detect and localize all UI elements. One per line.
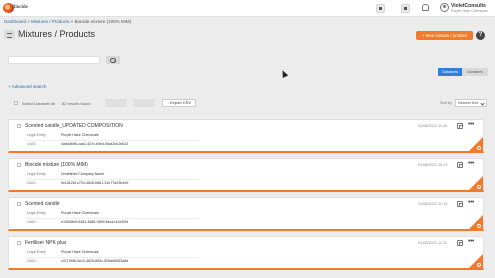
sort-select[interactable]: Newest first — [455, 99, 487, 107]
card-checkbox[interactable] — [17, 202, 21, 206]
divider — [27, 257, 199, 258]
help-icon[interactable]: ? — [476, 31, 485, 40]
card-date: 01/08/2021 11:12 — [418, 241, 448, 245]
card-title[interactable]: Scented candle — [25, 201, 59, 207]
status-icon — [477, 263, 481, 267]
breadcrumb: Dashboard » Mixtures / Products » Biocid… — [4, 19, 131, 24]
more-options-icon[interactable]: ••• — [468, 160, 474, 167]
legal-entity-label: Legal Entity — [27, 211, 46, 215]
status-icon — [477, 146, 481, 150]
uuid-value: c37199f8-0ec3-4625-859c-505a9d053a8d — [61, 259, 129, 263]
card-checkbox[interactable] — [17, 241, 21, 245]
card-title[interactable]: Biocide mixture (100% MIM) — [25, 162, 88, 168]
legal-entity-value: Purple Haze Chemicals — [61, 211, 99, 215]
advanced-search-link[interactable]: + Advanced search — [8, 84, 46, 89]
card-title[interactable]: Fertiliser NPK plus — [25, 240, 66, 246]
select-all-checkbox[interactable] — [14, 101, 18, 105]
card-checkbox[interactable] — [17, 124, 21, 128]
legal-entity-value: Purple Haze Chemicals — [61, 133, 99, 137]
dataset-card[interactable]: Fertiliser NPK plus 01/08/2021 11:12 •••… — [8, 236, 484, 270]
bell-icon[interactable] — [422, 4, 429, 11]
card-date: 01/08/2021 11:13 — [418, 202, 448, 206]
legal-entity-value: Purple Haze Chemicals — [61, 250, 99, 254]
card-date: 01/08/2021 10:12 — [418, 163, 448, 167]
download-icon: ↓ — [166, 100, 169, 105]
legal-entity-label: Legal Entity — [27, 133, 46, 137]
uuid-value: e15508e9-0483-4686-9989-8bc1c42d2f94 — [61, 220, 129, 224]
user-organization: Purple Haze Chemicals — [451, 9, 488, 13]
open-external-icon[interactable] — [457, 162, 463, 168]
uuid-value: 4ada4b5b-caa1-407c-b9e4-f5da39c2b622 — [61, 142, 129, 146]
page-title: Mixtures / Products — [18, 29, 96, 39]
breadcrumb-dashboard[interactable]: Dashboard — [4, 19, 26, 24]
card-status-corner — [469, 215, 483, 229]
top-bar: Biocide VioletConsults Purple Haze Chemi… — [0, 0, 495, 17]
uuid-value: 9c18126f-c704-4828-b861-31e77a23b4d9 — [61, 181, 129, 185]
bulk-action-button[interactable] — [133, 99, 155, 107]
sidebar-toggle-button[interactable] — [4, 30, 15, 39]
card-status-corner — [469, 254, 483, 268]
dataset-card[interactable]: Scented candle_UPDATED COMPOSITION 01/08… — [8, 119, 484, 153]
open-external-icon[interactable] — [457, 240, 463, 246]
new-mixture-button[interactable]: + New mixture / product — [416, 31, 473, 40]
export-csv-label: Export CSV — [170, 100, 192, 105]
uuid-label: UUID — [27, 259, 36, 263]
dataset-card[interactable]: Biocide mixture (100% MIM) 01/08/2021 10… — [8, 158, 484, 192]
open-external-icon[interactable] — [457, 201, 463, 207]
select-all-label: Select Datasets all — [22, 101, 56, 106]
chat-icon[interactable] — [401, 4, 410, 13]
bulk-action-button[interactable] — [105, 99, 127, 107]
mouse-cursor-icon — [279, 69, 289, 78]
user-avatar-icon[interactable] — [440, 3, 449, 12]
card-date: 01/08/2021 11:40 — [418, 124, 448, 128]
legal-entity-value: Undefined Company Name — [61, 172, 105, 176]
breadcrumb-mixtures[interactable]: Mixtures / Products — [31, 19, 70, 24]
card-status-corner — [469, 137, 483, 151]
open-external-icon[interactable] — [457, 123, 463, 129]
more-options-icon[interactable]: ••• — [468, 238, 474, 245]
uuid-label: UUID — [27, 220, 36, 224]
search-button[interactable] — [106, 56, 120, 64]
status-icon — [477, 224, 481, 228]
divider — [27, 140, 199, 141]
card-status-corner — [469, 176, 483, 190]
search-input[interactable] — [8, 56, 100, 64]
divider — [27, 179, 199, 180]
breadcrumb-current: Biocide mixture (100% MIM) — [74, 19, 132, 24]
dossiers-toggle[interactable]: Dossiers — [462, 68, 488, 76]
export-csv-button[interactable]: ↓ Export CSV — [162, 99, 196, 107]
logo-text: Biocide — [12, 5, 28, 10]
legal-entity-label: Legal Entity — [27, 250, 46, 254]
grid-menu-icon[interactable] — [376, 4, 385, 13]
uuid-label: UUID — [27, 142, 36, 146]
status-icon — [477, 185, 481, 189]
more-options-icon[interactable]: ••• — [468, 199, 474, 206]
divider — [27, 218, 199, 219]
dataset-card[interactable]: Scented candle 01/08/2021 11:13 ••• Lega… — [8, 197, 484, 231]
results-count: 82 results found — [62, 101, 91, 106]
card-title[interactable]: Scented candle_UPDATED COMPOSITION — [25, 123, 123, 129]
legal-entity-label: Legal Entity — [27, 172, 46, 176]
app-logo[interactable]: Biocide — [3, 2, 29, 14]
more-options-icon[interactable]: ••• — [468, 121, 474, 128]
card-checkbox[interactable] — [17, 163, 21, 167]
uuid-label: UUID — [27, 181, 36, 185]
sort-label: Sort by — [440, 101, 453, 105]
datasets-toggle[interactable]: Datasets — [438, 68, 462, 76]
